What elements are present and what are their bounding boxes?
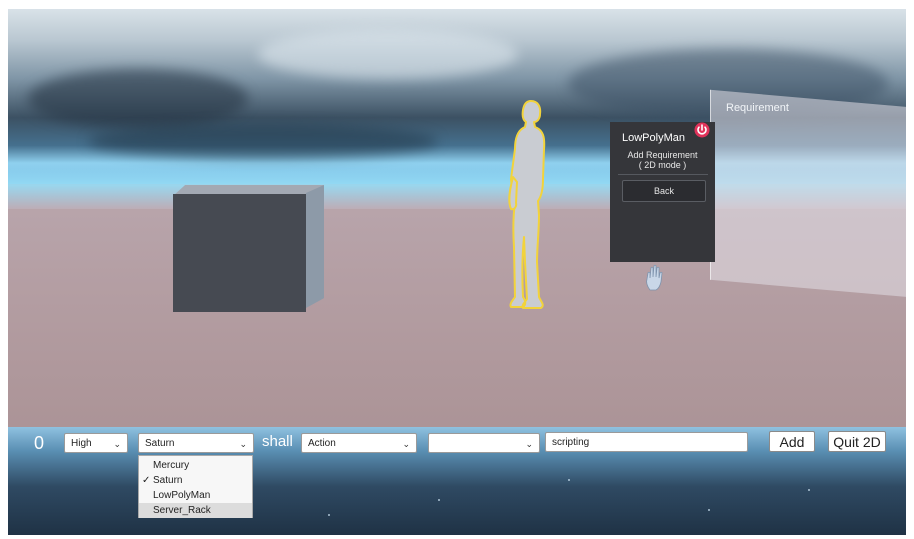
chevron-down-icon: ⌄: [113, 439, 121, 449]
add-button[interactable]: Add: [769, 431, 815, 452]
priority-select-value: High: [71, 438, 92, 449]
menu-divider: [618, 174, 708, 175]
option-label: LowPolyMan: [153, 490, 211, 501]
viewport[interactable]: Requirement LowPolyMan Add Requirement (…: [8, 9, 906, 535]
cube[interactable]: [173, 194, 306, 312]
quit-2d-button[interactable]: Quit 2D: [828, 431, 886, 452]
hand-icon: [646, 264, 663, 291]
star: [708, 509, 710, 511]
object-menu-title: LowPolyMan: [622, 132, 685, 144]
subject-select[interactable]: Saturn ⌄: [138, 433, 254, 453]
subject-select-value: Saturn: [145, 438, 175, 449]
dropdown-option-saturn[interactable]: ✓ Saturn: [139, 473, 252, 488]
cloud: [258, 29, 518, 79]
option-label: Server_Rack: [153, 505, 211, 516]
priority-select[interactable]: High ⌄: [64, 433, 128, 453]
requirement-text-input[interactable]: scripting: [545, 432, 748, 452]
cube-side-face: [306, 185, 324, 308]
score-counter: 0: [34, 433, 45, 453]
cloud: [28, 69, 248, 129]
star: [808, 489, 810, 491]
check-icon: ✓: [142, 475, 151, 486]
add-requirement-line1: Add Requirement: [627, 150, 698, 160]
add-requirement-label: Add Requirement ( 2D mode ): [615, 150, 710, 170]
action-select[interactable]: Action ⌄: [301, 433, 417, 453]
option-label: Saturn: [153, 475, 183, 486]
back-button[interactable]: Back: [622, 180, 706, 202]
requirement-panel-title: Requirement: [726, 102, 789, 114]
star: [328, 514, 330, 516]
star: [438, 499, 440, 501]
dropdown-option-lowpolyman[interactable]: LowPolyMan: [139, 488, 252, 503]
add-requirement-line2: ( 2D mode ): [638, 160, 687, 170]
chevron-down-icon: ⌄: [525, 439, 533, 449]
lowpolyman-figure[interactable]: [493, 97, 563, 317]
action-select-value: Action: [308, 438, 336, 449]
chevron-down-icon: ⌄: [402, 439, 410, 449]
cloud: [88, 124, 438, 159]
requirement-panel: [710, 89, 906, 299]
dropdown-option-server-rack[interactable]: Server_Rack: [139, 503, 252, 518]
dropdown-option-mercury[interactable]: Mercury: [139, 458, 252, 473]
power-icon[interactable]: [694, 122, 710, 138]
option-label: Mercury: [153, 460, 190, 471]
star: [568, 479, 570, 481]
shall-label: shall: [262, 433, 293, 450]
subject-dropdown-list: Mercury ✓ Saturn LowPolyMan Server_Rack: [138, 455, 253, 518]
chevron-down-icon: ⌄: [239, 439, 247, 449]
object-select[interactable]: ⌄: [428, 433, 540, 453]
